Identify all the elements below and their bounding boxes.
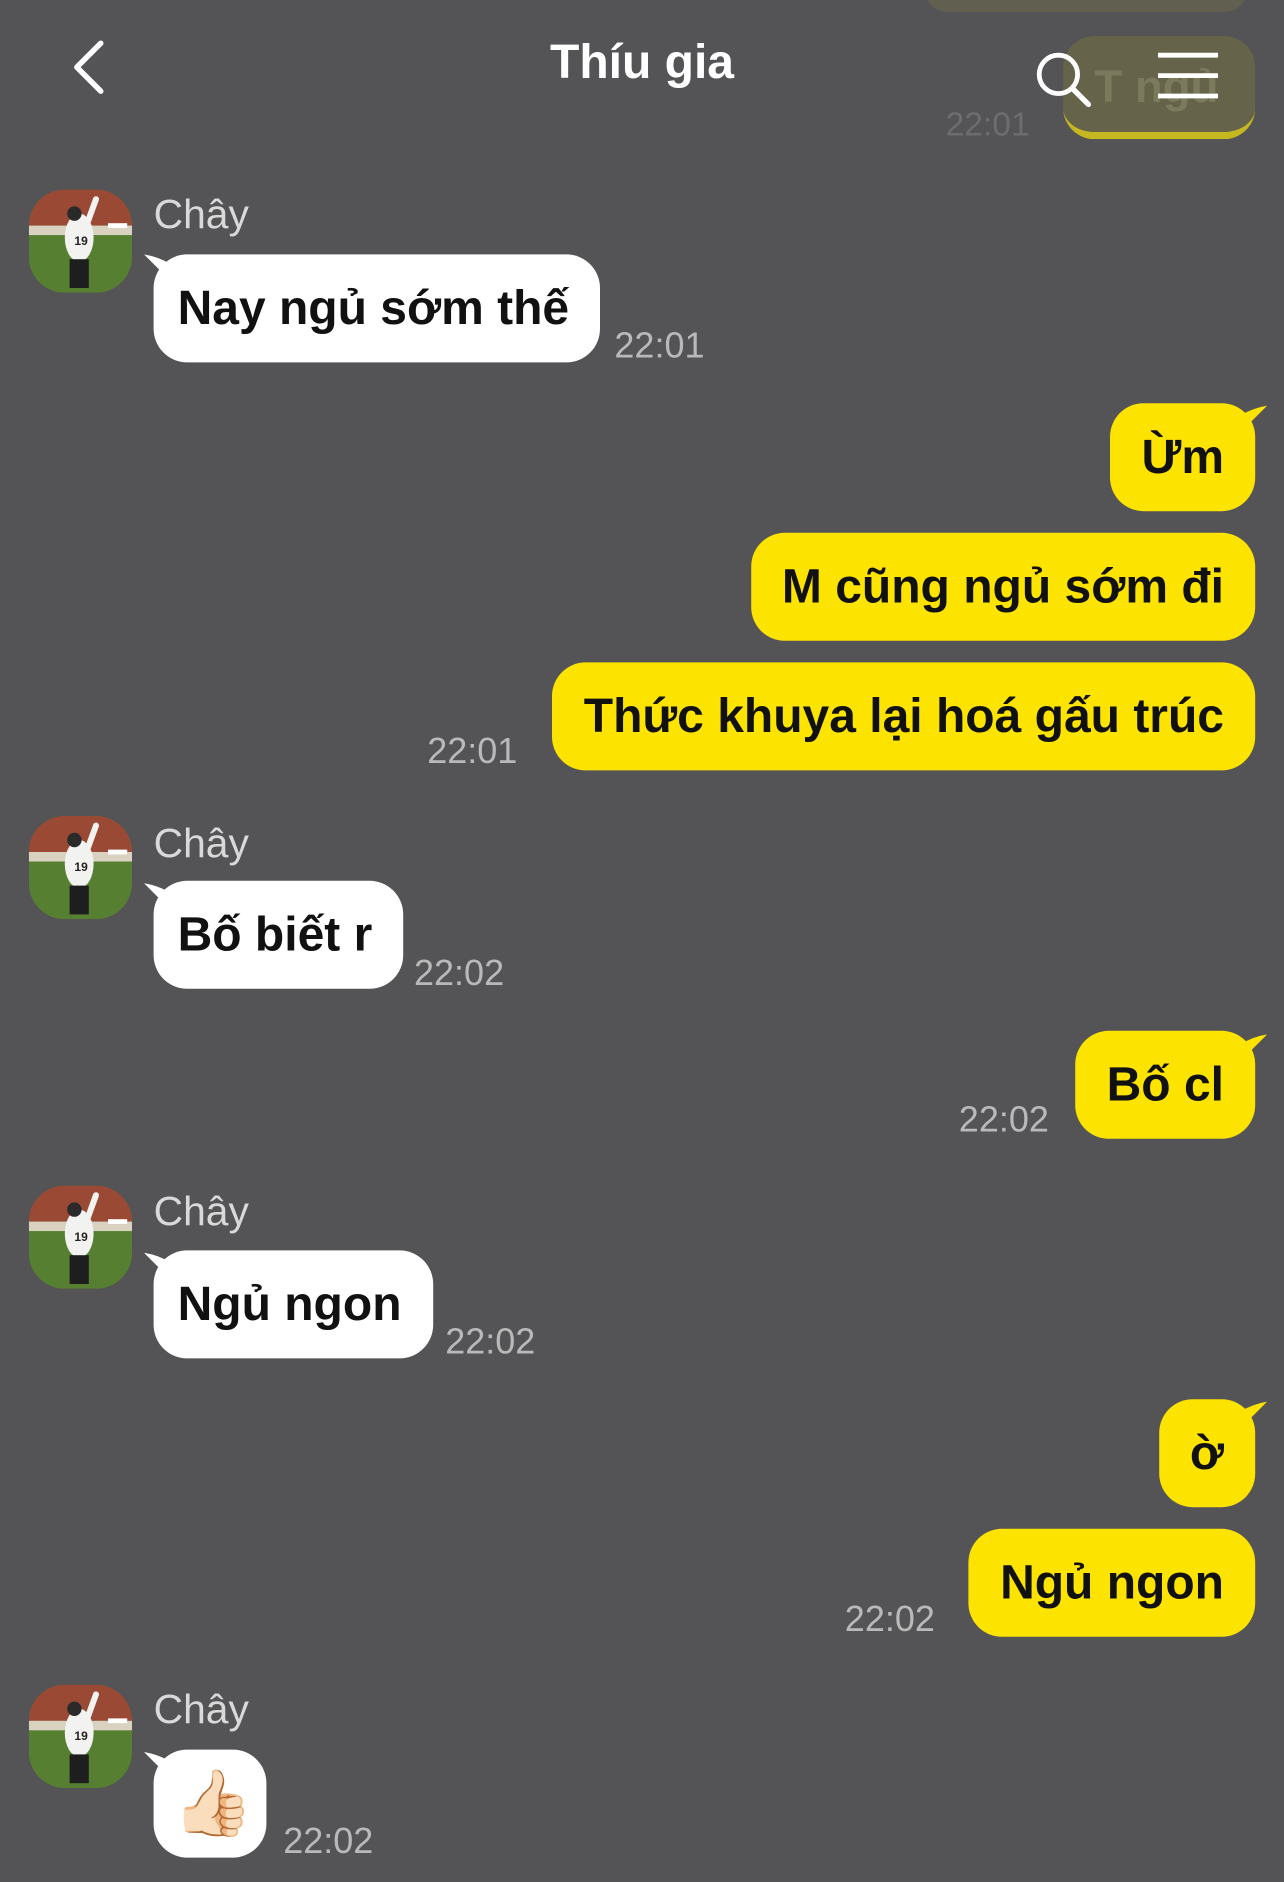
avatar[interactable]: 19 (28, 1185, 132, 1289)
svg-text:19: 19 (74, 860, 88, 874)
avatar[interactable]: 19 (28, 189, 132, 293)
avatar-image: 19 (28, 816, 132, 920)
thumbs-up-emoji: 👍🏻 (172, 1767, 254, 1840)
message-time: 22:02 (844, 1599, 935, 1640)
svg-text:19: 19 (74, 1230, 88, 1244)
message-bubble[interactable]: Nay ngủ sớm thế (153, 254, 601, 363)
message-bubble[interactable]: M cũng ngủ sớm đi (750, 532, 1256, 641)
message-time: 22:02 (958, 1100, 1049, 1140)
svg-text:19: 19 (74, 1729, 88, 1743)
message-bubble[interactable]: Thức khuya lại hoá gấu trúc (552, 662, 1256, 771)
message-bubble[interactable]: Bố cl (1075, 1030, 1256, 1139)
avatar[interactable]: 19 (28, 816, 132, 920)
message-bubble[interactable]: Ừm (1110, 403, 1256, 512)
sender-name: Chây (153, 1189, 249, 1235)
message-time: 22:02 (445, 1322, 536, 1362)
message-bubble[interactable]: Ngủ ngon (968, 1528, 1256, 1637)
sender-name: Chây (153, 1687, 249, 1733)
chat-header: T ngủ 22:01 Thíu gia (0, 0, 1284, 144)
message-time: 22:01 (614, 326, 705, 366)
chat-screen: T ngủ 22:01 Thíu gia 19 Chây Nay ngủ sớm… (0, 0, 1284, 1882)
svg-text:19: 19 (74, 234, 88, 248)
message-time: 22:02 (283, 1821, 374, 1862)
search-button[interactable] (1032, 48, 1094, 110)
message-bubble[interactable]: ờ (1158, 1399, 1256, 1508)
message-time: 22:01 (427, 732, 518, 772)
previous-message-bubble (924, 0, 1248, 12)
avatar-image: 19 (28, 1684, 132, 1789)
sender-name: Chây (153, 192, 249, 238)
search-icon (1036, 52, 1092, 108)
message-time: 22:02 (414, 954, 505, 994)
avatar-image: 19 (28, 1185, 132, 1289)
previous-message-time: 22:01 (945, 105, 1030, 137)
message-bubble[interactable]: Bố biết r (153, 880, 404, 989)
hamburger-menu-icon (1158, 52, 1219, 99)
avatar-image: 19 (28, 189, 132, 293)
avatar[interactable]: 19 (28, 1684, 132, 1789)
message-bubble[interactable]: 👍🏻 (153, 1749, 267, 1858)
menu-button[interactable] (1154, 50, 1221, 103)
sender-name: Chây (153, 820, 249, 867)
message-bubble[interactable]: Ngủ ngon (153, 1250, 433, 1359)
